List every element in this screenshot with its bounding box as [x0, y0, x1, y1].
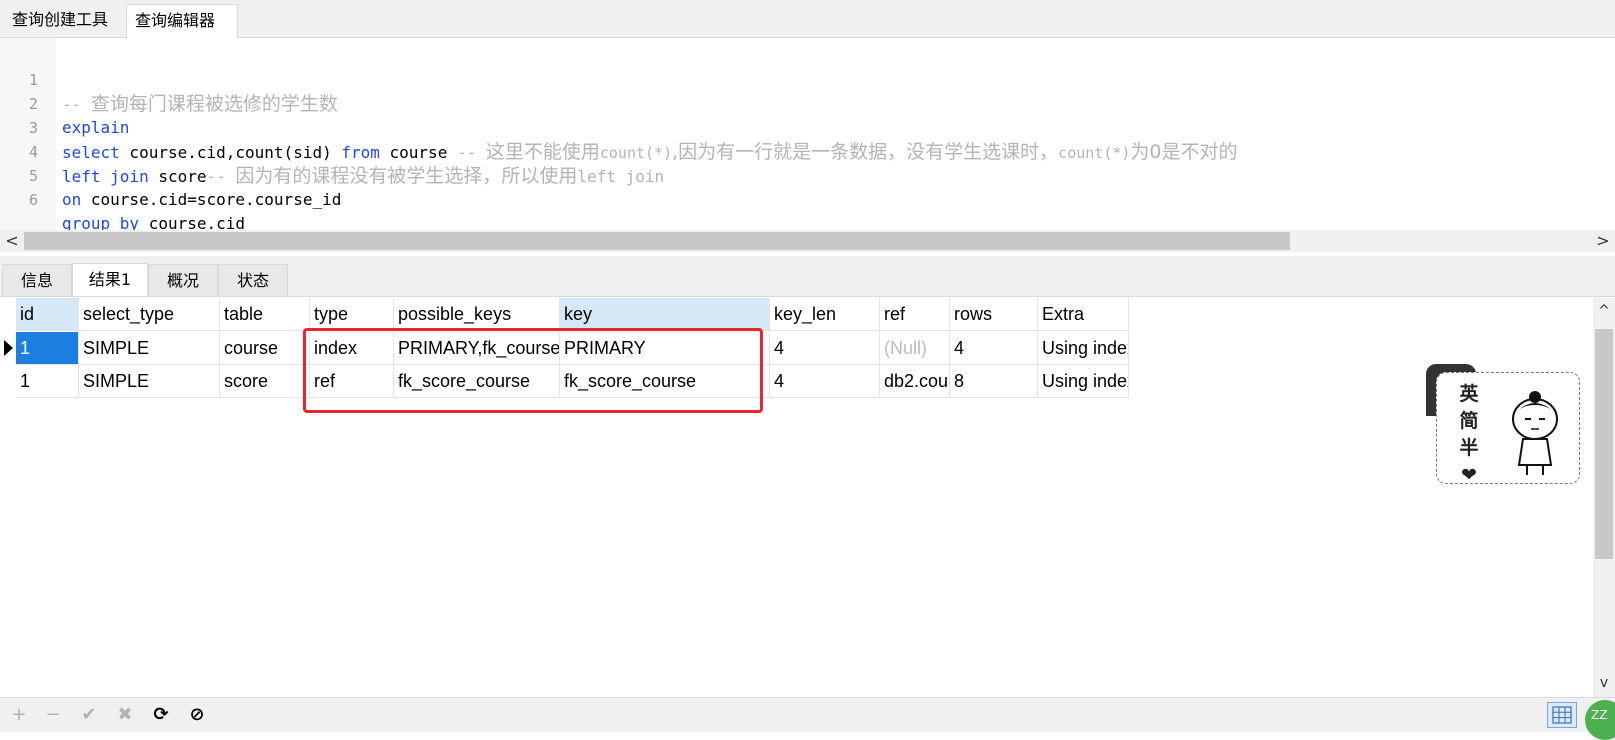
tab-query-editor[interactable]: 查询编辑器	[126, 4, 238, 38]
sql-code: left join score-- 因为有的课程没有被学生选择，所以使用left…	[62, 165, 665, 187]
table-cell[interactable]: 1	[16, 365, 79, 398]
code-line-2: 2 explain	[0, 68, 129, 137]
code-line-5: 5 on course.cid=score.course_id	[0, 140, 341, 209]
query-tab-strip: 查询创建工具 查询编辑器	[0, 0, 1615, 38]
scrollbar-thumb[interactable]	[1595, 329, 1613, 559]
cartoon-character-icon	[1512, 391, 1558, 475]
tab-status[interactable]: 状态	[218, 264, 288, 296]
sql-keyword: explain	[62, 118, 130, 137]
highlight-annotation-box	[303, 328, 763, 413]
watermark-sticker: 英简半 ❤	[1426, 364, 1580, 486]
table-cell[interactable]: score	[220, 365, 310, 398]
column-header-rows[interactable]: rows	[950, 298, 1038, 331]
column-header-key-len[interactable]: key_len	[770, 298, 880, 331]
scroll-down-icon[interactable]: v	[1593, 672, 1615, 694]
table-cell[interactable]: SIMPLE	[79, 332, 220, 365]
refresh-button[interactable]: ⟳	[148, 702, 174, 728]
current-row-indicator-icon	[4, 340, 13, 356]
table-cell[interactable]: db2.course.cid	[880, 365, 950, 398]
table-cell[interactable]: 4	[770, 365, 880, 398]
tab-query-builder[interactable]: 查询创建工具	[4, 4, 126, 36]
table-cell[interactable]: SIMPLE	[79, 365, 220, 398]
table-cell[interactable]: Using index	[1038, 365, 1129, 398]
table-cell[interactable]: 8	[950, 365, 1038, 398]
editor-horizontal-scrollbar[interactable]: < >	[0, 230, 1615, 252]
zz-badge-icon: ZZ	[1585, 700, 1615, 740]
add-record-button[interactable]: +	[6, 702, 32, 728]
discard-changes-button[interactable]: ✖	[112, 702, 138, 728]
scrollbar-thumb[interactable]	[24, 232, 1290, 250]
tab-profile[interactable]: 概况	[148, 264, 218, 296]
column-header-extra[interactable]: Extra	[1038, 298, 1129, 331]
code-line-4: 4 left join score-- 因为有的课程没有被学生选择，所以使用le…	[0, 116, 664, 187]
delete-record-button[interactable]: −	[40, 702, 66, 728]
result-tab-strip: 信息 结果1 概况 状态	[0, 256, 1615, 297]
line-number: 6	[28, 191, 38, 209]
code-line-6: 6 group by course.cid	[0, 164, 245, 233]
table-cell[interactable]: 4	[770, 332, 880, 365]
column-header-possible-keys[interactable]: possible_keys	[394, 298, 560, 331]
sticker-text: 英简半 ❤	[1459, 383, 1479, 486]
stop-button[interactable]: ⊘	[184, 702, 210, 728]
grid-toolbar: + − ✔ ✖ ⟳ ⊘ ZZ	[0, 697, 1615, 740]
tab-result-1[interactable]: 结果1	[72, 263, 148, 296]
scroll-left-icon[interactable]: <	[2, 230, 22, 252]
sql-comment: -- 查询每门课程被选修的学生数	[62, 93, 338, 115]
sql-editor[interactable]: 1 -- 查询每门课程被选修的学生数 2 explain 3 select co…	[0, 38, 1615, 233]
apply-changes-button[interactable]: ✔	[76, 702, 102, 728]
scroll-up-icon[interactable]: ^	[1593, 300, 1615, 322]
sql-code: select course.cid,count(sid) from course…	[62, 141, 1238, 163]
tab-info[interactable]: 信息	[2, 264, 72, 296]
table-cell[interactable]: 4	[950, 332, 1038, 365]
column-header-select-type[interactable]: select_type	[79, 298, 220, 331]
table-cell[interactable]: course	[220, 332, 310, 365]
table-cell[interactable]: 1	[16, 332, 79, 365]
column-header-id[interactable]: id	[16, 298, 79, 331]
sticker-card: 英简半 ❤	[1436, 372, 1580, 486]
grid-view-icon[interactable]	[1547, 702, 1577, 728]
column-header-key[interactable]: key	[560, 298, 770, 331]
column-header-ref[interactable]: ref	[880, 298, 950, 331]
sql-code: on course.cid=score.course_id	[62, 190, 342, 209]
scroll-right-icon[interactable]: >	[1593, 230, 1613, 252]
table-cell[interactable]: Using index	[1038, 332, 1129, 365]
column-header-type[interactable]: type	[310, 298, 394, 331]
code-line-3: 3 select course.cid,count(sid) from cour…	[0, 92, 1238, 163]
table-cell-null[interactable]: (Null)	[880, 332, 950, 365]
column-header-table[interactable]: table	[220, 298, 310, 331]
grid-vertical-scrollbar[interactable]: ^ v	[1593, 298, 1615, 698]
code-line-1: 1 -- 查询每门课程被选修的学生数	[0, 44, 338, 115]
